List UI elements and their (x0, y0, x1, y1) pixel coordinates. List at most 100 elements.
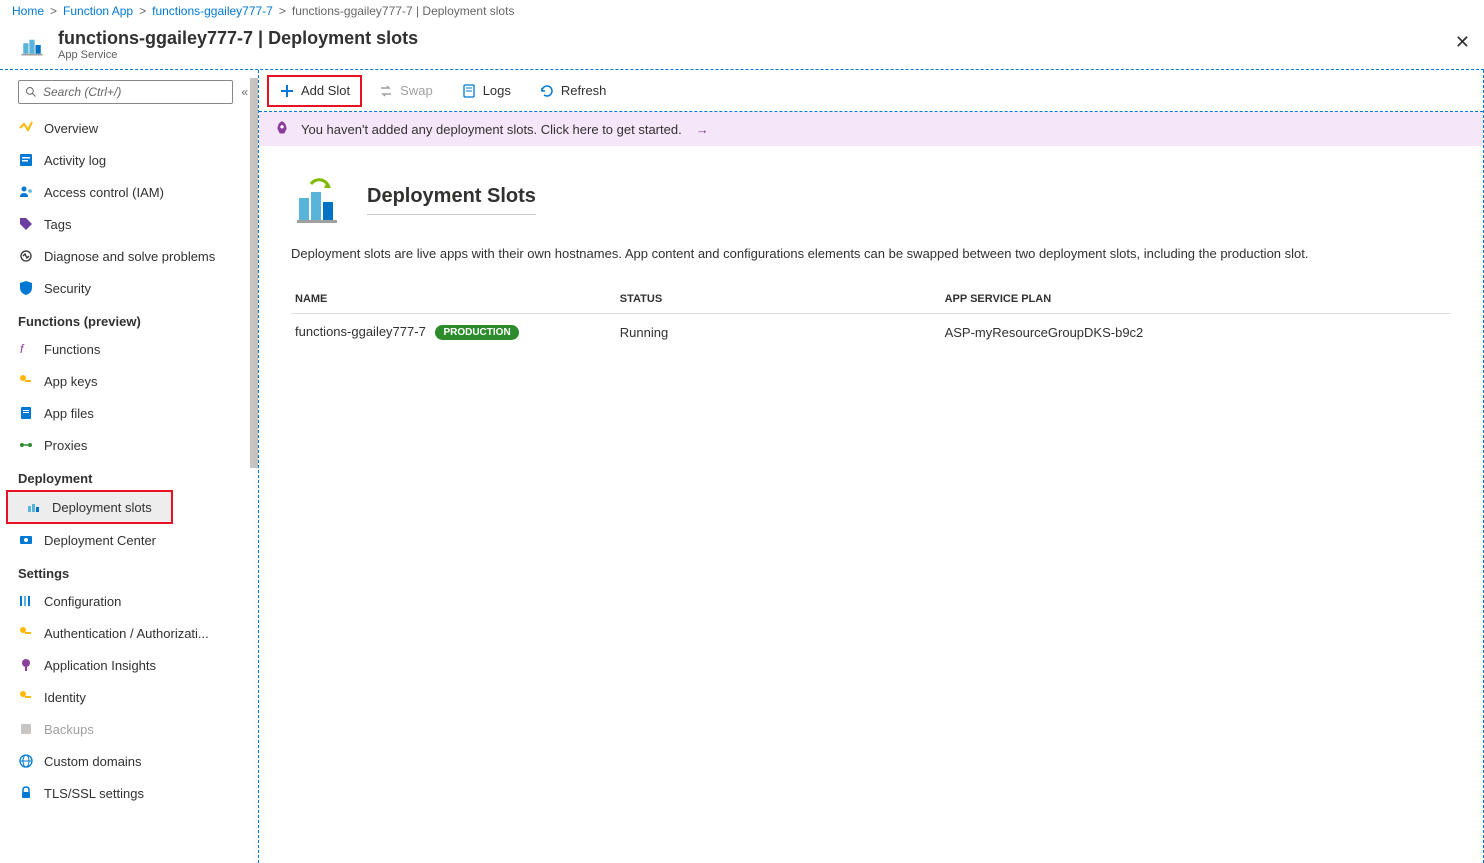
sidebar-item-label: App keys (44, 374, 97, 389)
main-content: Add Slot Swap Logs Refresh You haven't a… (258, 70, 1484, 863)
sidebar-item-tags[interactable]: Tags (0, 208, 258, 240)
security-icon (18, 280, 34, 296)
arrow-right-icon: → (696, 122, 709, 137)
diagnose-icon (18, 248, 34, 264)
sidebar-item-label: Custom domains (44, 754, 142, 769)
tls-icon (18, 785, 34, 801)
add-slot-button[interactable]: Add Slot (267, 75, 362, 107)
highlight-deployment-slots: Deployment slots (6, 490, 173, 524)
column-status[interactable]: STATUS (616, 285, 941, 314)
sidebar-item-custom-domains[interactable]: Custom domains (0, 745, 258, 777)
slot-plan: ASP-myResourceGroupDKS-b9c2 (941, 314, 1451, 351)
page-header: functions-ggailey777-7 | Deployment slot… (0, 22, 1484, 69)
sidebar-item-deployment-slots[interactable]: Deployment slots (8, 492, 171, 522)
search-input[interactable]: Search (Ctrl+/) (18, 80, 233, 104)
sidebar-item-label: Deployment slots (52, 500, 152, 515)
logs-icon (461, 83, 477, 99)
auth-icon (18, 625, 34, 641)
breadcrumb-separator: > (50, 4, 57, 18)
swap-icon (378, 83, 394, 99)
sidebar-group-deployment: Deployment (0, 461, 258, 490)
breadcrumb-function-app[interactable]: Function App (63, 4, 133, 18)
sidebar-item-tls-ssl[interactable]: TLS/SSL settings (0, 777, 258, 809)
sidebar-item-label: Proxies (44, 438, 87, 453)
sidebar-item-label: Backups (44, 722, 94, 737)
sidebar-item-security[interactable]: Security (0, 272, 258, 304)
logs-button[interactable]: Logs (449, 75, 523, 107)
sidebar-item-deployment-center[interactable]: Deployment Center (0, 524, 258, 556)
column-name[interactable]: NAME (291, 285, 616, 314)
sidebar-item-label: Deployment Center (44, 533, 156, 548)
sidebar-item-label: Diagnose and solve problems (44, 249, 215, 264)
sidebar-item-label: Configuration (44, 594, 121, 609)
breadcrumb-resource[interactable]: functions-ggailey777-7 (152, 4, 273, 18)
table-row[interactable]: functions-ggailey777-7 PRODUCTION Runnin… (291, 314, 1451, 351)
sidebar-item-overview[interactable]: Overview (0, 112, 258, 144)
sidebar-item-activity-log[interactable]: Activity log (0, 144, 258, 176)
sidebar-item-backups: Backups (0, 713, 258, 745)
sidebar-scrollbar[interactable] (250, 78, 258, 468)
swap-button: Swap (366, 75, 445, 107)
page-subtitle: App Service (58, 49, 418, 61)
collapse-sidebar-button[interactable]: « (241, 85, 248, 99)
page-title: functions-ggailey777-7 | Deployment slot… (58, 28, 418, 49)
key-icon (18, 373, 34, 389)
rocket-icon (273, 120, 291, 138)
files-icon (18, 405, 34, 421)
swap-label: Swap (400, 83, 433, 98)
sidebar-group-functions: Functions (preview) (0, 304, 258, 333)
breadcrumb-home[interactable]: Home (12, 4, 44, 18)
sidebar-item-label: Access control (IAM) (44, 185, 164, 200)
deployment-center-icon (18, 532, 34, 548)
activity-log-icon (18, 152, 34, 168)
deployment-slots-large-icon (291, 172, 347, 228)
overview-icon (18, 120, 34, 136)
sidebar-item-app-files[interactable]: App files (0, 397, 258, 429)
sidebar-item-label: Security (44, 281, 91, 296)
column-plan[interactable]: APP SERVICE PLAN (941, 285, 1451, 314)
slot-name: functions-ggailey777-7 (295, 324, 426, 339)
sidebar-item-proxies[interactable]: Proxies (0, 429, 258, 461)
app-service-icon (18, 31, 46, 59)
sidebar-item-diagnose[interactable]: Diagnose and solve problems (0, 240, 258, 272)
breadcrumb-separator: > (139, 4, 146, 18)
slots-table: NAME STATUS APP SERVICE PLAN functions-g… (291, 285, 1451, 350)
refresh-label: Refresh (561, 83, 607, 98)
info-bar-text: You haven't added any deployment slots. … (301, 122, 682, 137)
sidebar-item-label: Activity log (44, 153, 106, 168)
functions-icon: f (18, 341, 34, 357)
add-slot-label: Add Slot (301, 83, 350, 98)
svg-text:f: f (20, 342, 25, 356)
plus-icon (279, 83, 295, 99)
sidebar-item-label: Functions (44, 342, 100, 357)
production-badge: PRODUCTION (435, 325, 518, 340)
sidebar-item-label: Overview (44, 121, 98, 136)
refresh-icon (539, 83, 555, 99)
sidebar-item-label: Application Insights (44, 658, 156, 673)
sidebar-item-configuration[interactable]: Configuration (0, 585, 258, 617)
content-description: Deployment slots are live apps with thei… (291, 246, 1451, 261)
content-header: Deployment Slots (291, 172, 1451, 228)
sidebar-item-label: Tags (44, 217, 71, 232)
sidebar-item-authentication[interactable]: Authentication / Authorizati... (0, 617, 258, 649)
close-button[interactable]: ✕ (1455, 32, 1470, 53)
deployment-slots-icon (26, 499, 42, 515)
backups-icon (18, 721, 34, 737)
domains-icon (18, 753, 34, 769)
sidebar-item-functions[interactable]: f Functions (0, 333, 258, 365)
iam-icon (18, 184, 34, 200)
content-title: Deployment Slots (367, 185, 536, 215)
logs-label: Logs (483, 83, 511, 98)
sidebar-item-app-keys[interactable]: App keys (0, 365, 258, 397)
identity-icon (18, 689, 34, 705)
sidebar-item-access-control[interactable]: Access control (IAM) (0, 176, 258, 208)
proxies-icon (18, 437, 34, 453)
search-icon (25, 86, 37, 98)
search-placeholder: Search (Ctrl+/) (43, 85, 121, 99)
info-bar[interactable]: You haven't added any deployment slots. … (259, 112, 1483, 146)
refresh-button[interactable]: Refresh (527, 75, 619, 107)
slot-status: Running (616, 314, 941, 351)
sidebar-item-application-insights[interactable]: Application Insights (0, 649, 258, 681)
sidebar: Search (Ctrl+/) « Overview Activity log … (0, 70, 258, 863)
sidebar-item-identity[interactable]: Identity (0, 681, 258, 713)
